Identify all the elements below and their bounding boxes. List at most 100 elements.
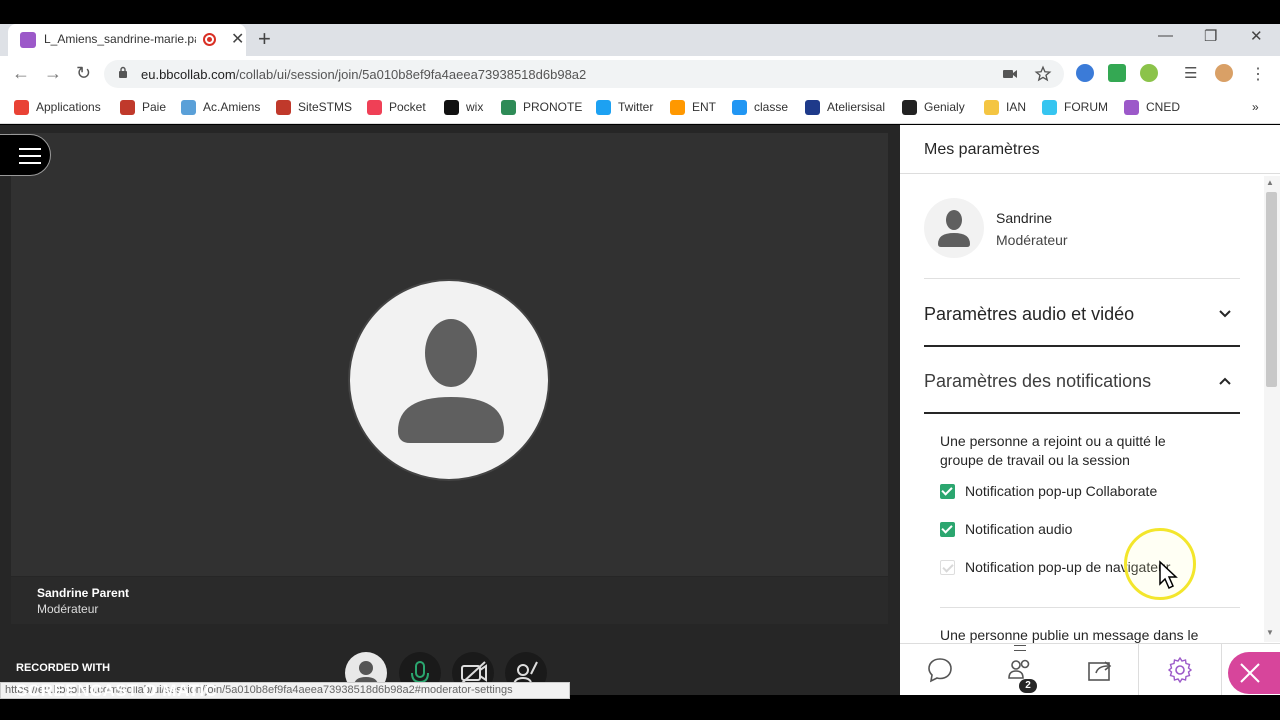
- bookmark-favicon-icon: [14, 99, 29, 115]
- profile-avatar[interactable]: [1215, 64, 1233, 82]
- close-tab-icon[interactable]: ✕: [231, 29, 244, 49]
- camera-icon[interactable]: [1002, 67, 1018, 81]
- share-content-icon[interactable]: [1086, 656, 1114, 684]
- bookmark-item[interactable]: Ateliersisal: [805, 98, 885, 116]
- extension-icon[interactable]: [1108, 64, 1126, 82]
- bookmark-item[interactable]: CNED: [1124, 98, 1180, 116]
- bookmark-item[interactable]: ENT: [670, 98, 716, 116]
- bookmark-favicon-icon: [902, 99, 917, 115]
- back-icon[interactable]: ←: [12, 63, 30, 84]
- tab-title: L_Amiens_sandrine-marie.pa: [44, 32, 196, 46]
- bookmark-label: Applications: [36, 100, 101, 114]
- restore-icon[interactable]: ❐: [1204, 27, 1217, 45]
- forward-icon[interactable]: →: [44, 63, 62, 84]
- bookmark-label: FORUM: [1064, 100, 1108, 114]
- bookmark-label: Ateliersisal: [827, 100, 886, 114]
- bookmark-item[interactable]: IAN: [984, 98, 1026, 116]
- bookmark-favicon-icon: [805, 99, 820, 115]
- user-role: Modérateur: [996, 232, 1068, 248]
- browser-tab[interactable]: L_Amiens_sandrine-marie.pa ✕: [8, 24, 246, 56]
- bookmark-label: Twitter: [618, 100, 654, 114]
- participant-role: Modérateur: [37, 602, 99, 616]
- scroll-up-icon[interactable]: ▲: [1266, 178, 1274, 187]
- bookmark-label: IAN: [1006, 100, 1027, 114]
- bookmark-label: Ac.Amiens: [203, 100, 261, 114]
- participant-name-bar: Sandrine Parent Modérateur: [11, 577, 888, 624]
- bookmark-label: ENT: [692, 100, 716, 114]
- divider: [924, 412, 1240, 414]
- bookmark-item[interactable]: Ac.Amiens: [181, 98, 260, 116]
- bookmark-item[interactable]: Applications: [14, 98, 101, 116]
- collaborate-favicon-icon: [20, 32, 36, 48]
- drag-handle-icon[interactable]: [1014, 645, 1026, 651]
- address-bar[interactable]: eu.bbcollab.com/collab/ui/session/join/5…: [104, 60, 1064, 88]
- bookmark-label: PRONOTE: [523, 100, 583, 114]
- checkbox-row[interactable]: Notification pop-up Collaborate: [940, 481, 1157, 501]
- session-menu-button[interactable]: [0, 134, 51, 176]
- reload-icon[interactable]: ↻: [76, 63, 91, 84]
- checkbox-label: Notification pop-up Collaborate: [965, 483, 1158, 499]
- close-icon: [1240, 663, 1260, 683]
- bookmark-item[interactable]: Twitter: [596, 98, 653, 116]
- bookmark-item[interactable]: PRONOTE: [501, 98, 582, 116]
- bookmark-item[interactable]: classe: [732, 98, 788, 116]
- attendees-count-badge: 2: [1019, 679, 1037, 693]
- bookmark-item[interactable]: Pocket: [367, 98, 426, 116]
- checkbox[interactable]: [940, 483, 955, 499]
- panel-title: Mes paramètres: [924, 141, 1040, 158]
- notification-description: Une personne a rejoint ou a quitté le gr…: [940, 433, 1166, 468]
- section-audio-video[interactable]: Paramètres audio et vidéo: [924, 304, 1134, 325]
- recording-indicator-icon: [203, 33, 216, 46]
- bookmark-favicon-icon: [444, 99, 459, 115]
- extension-icon[interactable]: [1140, 64, 1158, 82]
- bookmark-item[interactable]: Paie: [120, 98, 166, 116]
- section-notifications[interactable]: Paramètres des notifications: [924, 371, 1151, 392]
- bookmark-item[interactable]: SiteSTMS: [276, 98, 352, 116]
- user-silhouette-icon: [398, 319, 504, 443]
- bookmark-label: SiteSTMS: [298, 100, 353, 114]
- bookmark-label: classe: [754, 100, 789, 114]
- menu-line: [19, 162, 41, 164]
- bookmark-label: Genialy: [924, 100, 965, 114]
- scrollbar-thumb[interactable]: [1266, 192, 1277, 387]
- minimize-icon[interactable]: —: [1158, 27, 1173, 44]
- divider: [940, 607, 1240, 608]
- bookmark-item[interactable]: wix: [444, 98, 483, 116]
- screencast-watermark: SCREENCAST O MATIC: [16, 681, 218, 700]
- bookmark-favicon-icon: [1124, 99, 1139, 115]
- divider: [924, 345, 1240, 347]
- participant-avatar: [348, 279, 550, 481]
- menu-icon[interactable]: ⋮: [1250, 64, 1268, 83]
- mouse-cursor-icon: [1159, 560, 1178, 590]
- bookmark-label: Pocket: [389, 100, 426, 114]
- bookmark-label: Paie: [142, 100, 167, 114]
- new-tab-icon[interactable]: +: [258, 26, 271, 52]
- participant-name: Sandrine Parent: [37, 586, 130, 600]
- star-icon[interactable]: [1034, 65, 1052, 83]
- close-panel-button[interactable]: [1228, 652, 1280, 694]
- checkbox-row[interactable]: Notification audio: [940, 519, 1072, 539]
- bookmark-item[interactable]: Genialy: [902, 98, 965, 116]
- bookmark-label: wix: [466, 100, 484, 114]
- bookmark-favicon-icon: [732, 99, 747, 115]
- recorded-with-label: RECORDED WITH: [16, 662, 111, 674]
- bookmark-item[interactable]: FORUM: [1042, 98, 1108, 116]
- bookmark-favicon-icon: [501, 99, 516, 115]
- checkbox[interactable]: [940, 521, 955, 537]
- bookmark-favicon-icon: [367, 99, 382, 115]
- user-silhouette-icon: [938, 210, 970, 247]
- scroll-down-icon[interactable]: ▼: [1266, 628, 1274, 637]
- gear-icon[interactable]: [1166, 656, 1194, 684]
- checkbox[interactable]: [940, 559, 955, 575]
- chat-icon[interactable]: [926, 656, 954, 684]
- close-window-icon[interactable]: ✕: [1250, 27, 1263, 45]
- extension-icon[interactable]: [1076, 64, 1094, 82]
- user-name: Sandrine: [996, 210, 1053, 226]
- chevron-down-icon[interactable]: [1218, 309, 1232, 319]
- bookmark-label: CNED: [1146, 100, 1181, 114]
- chevron-up-icon[interactable]: [1218, 376, 1232, 386]
- bookmark-favicon-icon: [276, 99, 291, 115]
- more-bookmarks-icon[interactable]: »: [1252, 98, 1259, 116]
- reading-list-icon[interactable]: ☰: [1184, 64, 1202, 82]
- user-avatar: [924, 198, 984, 258]
